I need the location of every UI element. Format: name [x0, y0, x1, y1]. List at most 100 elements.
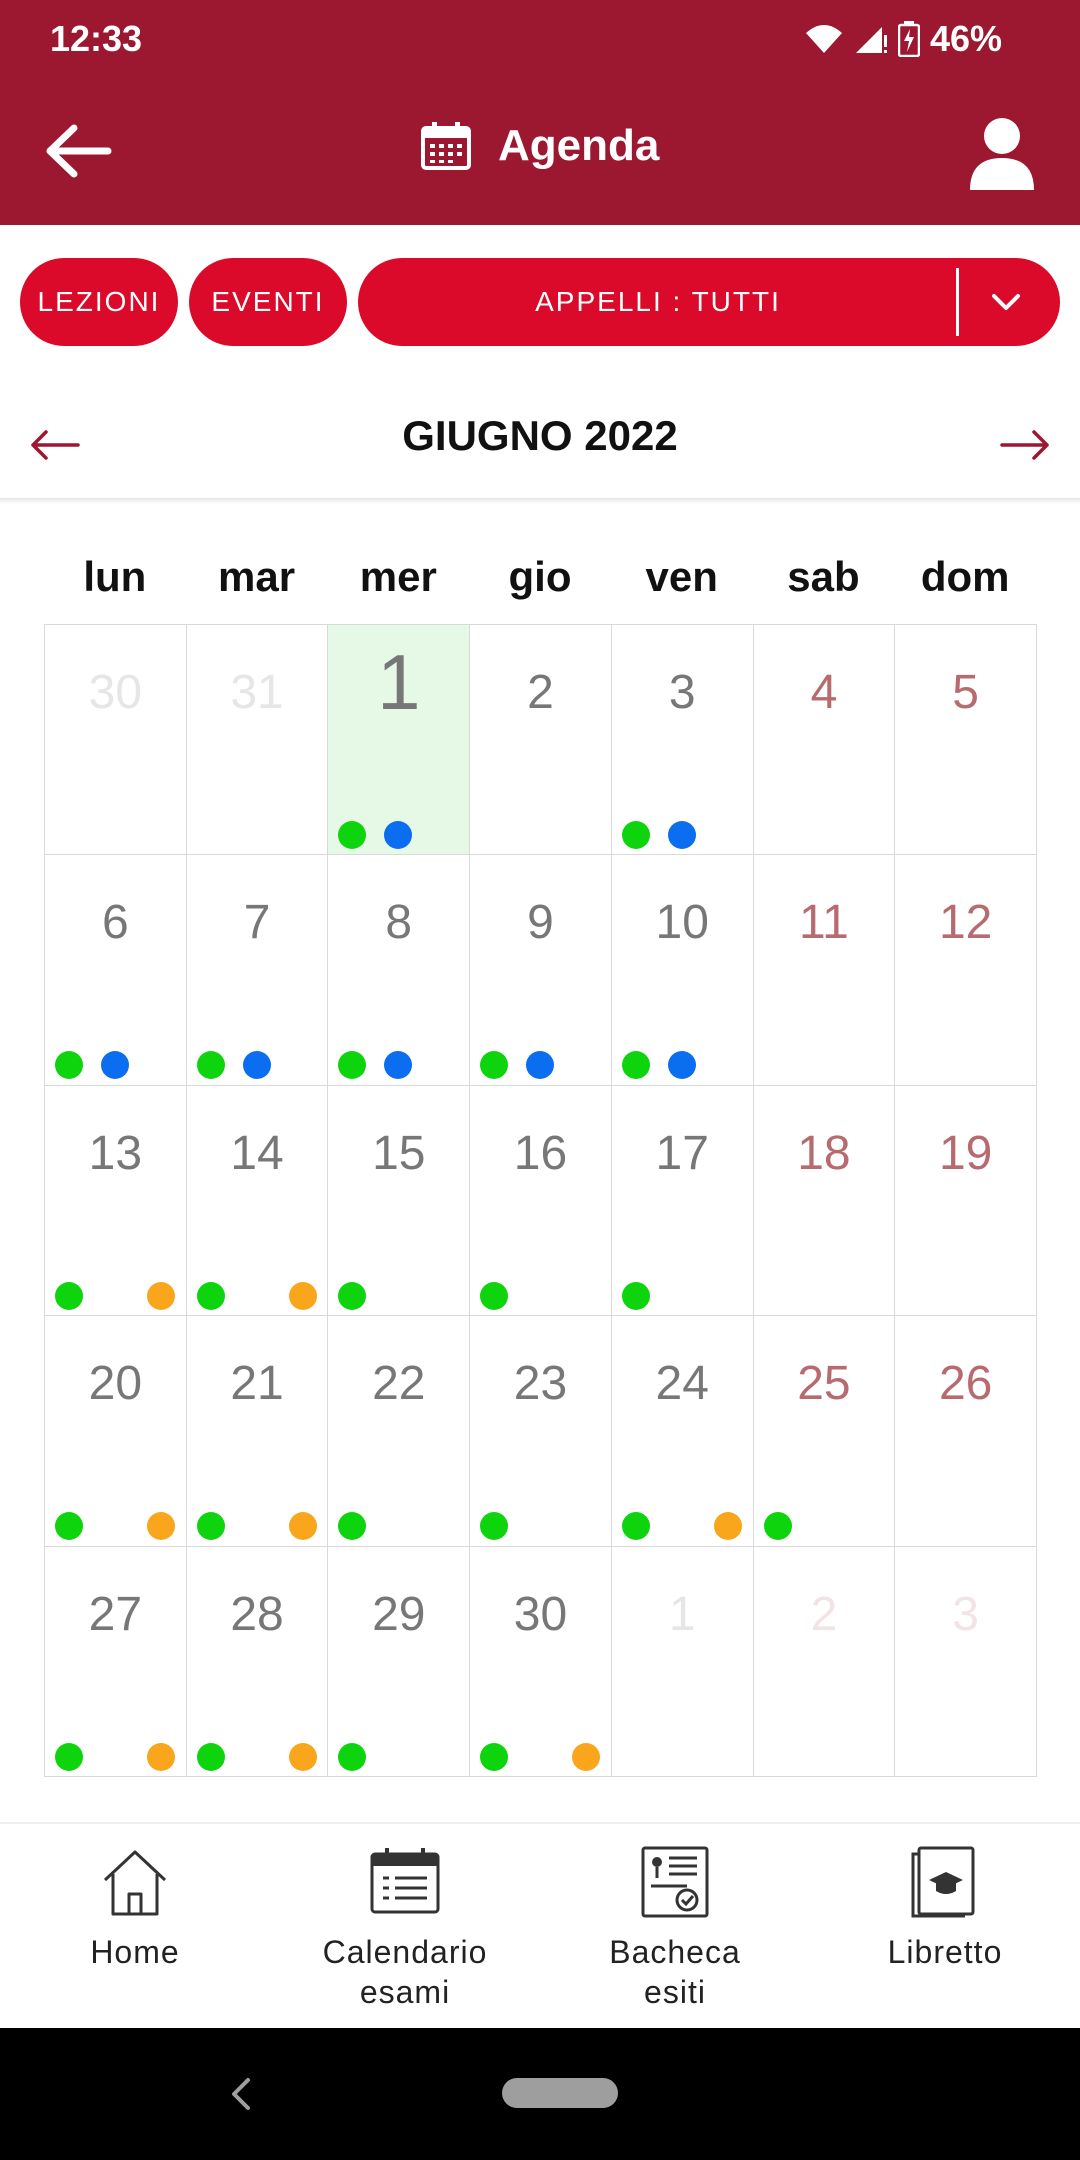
event-indicator-dot: [526, 1051, 555, 1080]
lesson-indicator-dot: [338, 1742, 367, 1771]
calendar-day[interactable]: 2: [469, 624, 612, 856]
calendar-icon: [421, 122, 471, 170]
day-number: 23: [513, 1357, 568, 1411]
next-month-arrow-icon[interactable]: [998, 420, 1052, 470]
day-number: 28: [230, 1587, 284, 1641]
results-board-icon: [641, 1846, 709, 1918]
nav-results-board-label: Bacheca esiti: [609, 1934, 741, 2010]
day-number: 24: [655, 1357, 709, 1411]
lesson-indicator-dot: [621, 1281, 650, 1310]
exam-indicator-dot: [572, 1742, 601, 1771]
day-number: 27: [88, 1587, 143, 1641]
weekday-label: sab: [787, 553, 860, 600]
calendar-day[interactable]: 25: [752, 1315, 896, 1547]
calendar-day[interactable]: 16: [469, 1084, 612, 1317]
day-number: 11: [799, 896, 849, 950]
eventi-filter-button[interactable]: EVENTI: [189, 258, 347, 346]
calendar-day[interactable]: 5: [894, 624, 1037, 856]
weekday-label: mar: [218, 553, 296, 600]
day-number: 13: [88, 1126, 143, 1180]
calendar-day[interactable]: 17: [610, 1084, 754, 1317]
app-bar: Agenda: [0, 76, 1080, 225]
calendar-day[interactable]: 4: [752, 624, 896, 856]
weekday-label: lun: [83, 553, 147, 600]
back-arrow-icon[interactable]: [38, 114, 118, 188]
calendar-day[interactable]: 2: [752, 1545, 896, 1777]
calendar-day[interactable]: 19: [894, 1084, 1037, 1317]
calendar-day[interactable]: 20: [44, 1315, 187, 1547]
calendar-day[interactable]: 11: [752, 854, 896, 1086]
day-number: 18: [797, 1126, 851, 1180]
calendar-day[interactable]: 6: [44, 854, 187, 1086]
calendar-day[interactable]: 12: [894, 854, 1037, 1086]
calendar-day[interactable]: 18: [752, 1084, 896, 1317]
event-indicator-dot: [667, 1051, 696, 1080]
eventi-filter-label: EVENTI: [211, 286, 325, 317]
lesson-indicator-dot: [480, 1051, 509, 1080]
exam-indicator-dot: [147, 1512, 175, 1541]
calendar-day[interactable]: 1: [610, 1545, 754, 1777]
calendar-day[interactable]: 22: [327, 1315, 471, 1547]
system-home-pill[interactable]: [502, 2078, 618, 2108]
day-number: 22: [372, 1357, 426, 1411]
calendar-day[interactable]: 10: [610, 854, 754, 1086]
calendar-day[interactable]: 30: [469, 1545, 612, 1777]
lesson-indicator-dot: [196, 1281, 225, 1310]
month-navigation: GIUGNO 2022: [0, 390, 1080, 500]
lesson-indicator-dot: [55, 1051, 83, 1080]
calendar-day[interactable]: 30: [44, 624, 187, 856]
nav-home[interactable]: Home: [0, 1844, 270, 1972]
lesson-indicator-dot: [338, 1281, 367, 1310]
day-number: 6: [102, 896, 129, 950]
calendar-day[interactable]: 31: [185, 624, 329, 856]
calendar-day[interactable]: 3: [894, 1545, 1037, 1777]
month-title: GIUGNO 2022: [402, 412, 678, 459]
appelli-filter-dropdown[interactable]: APPELLI : TUTTI: [358, 258, 1060, 346]
calendar-day[interactable]: 21: [185, 1315, 329, 1547]
day-number: 20: [88, 1357, 143, 1411]
day-number: 8: [385, 896, 413, 950]
event-indicator-dot: [384, 821, 413, 849]
calendar-day[interactable]: 23: [469, 1315, 612, 1547]
exam-indicator-dot: [288, 1281, 317, 1310]
lezioni-filter-button[interactable]: LEZIONI: [20, 258, 178, 346]
calendar-day[interactable]: 29: [327, 1545, 471, 1777]
home-icon: [103, 1850, 167, 1916]
exam-calendar-icon: [370, 1848, 440, 1914]
calendar-day[interactable]: 3: [610, 624, 754, 856]
weekday-label: dom: [920, 553, 1010, 600]
user-profile-icon[interactable]: [962, 112, 1042, 192]
lesson-indicator-dot: [55, 1742, 83, 1771]
calendar-day[interactable]: 28: [185, 1545, 329, 1777]
day-number: 19: [938, 1126, 993, 1180]
calendar-day[interactable]: 27: [44, 1545, 187, 1777]
nav-booklet-label: Libretto: [887, 1934, 1003, 1970]
lesson-indicator-dot: [338, 1512, 367, 1541]
day-number: 25: [797, 1357, 851, 1411]
nav-exam-calendar[interactable]: Calendario esami: [270, 1844, 540, 2012]
calendar-day[interactable]: 14: [185, 1084, 329, 1317]
system-back-icon[interactable]: [226, 2074, 256, 2114]
nav-results-board[interactable]: Bacheca esiti: [540, 1844, 810, 2012]
page-title: Agenda: [498, 121, 660, 170]
calendar-day[interactable]: 13: [44, 1084, 187, 1317]
calendar-day[interactable]: 24: [610, 1315, 754, 1547]
calendar-day[interactable]: 7: [185, 854, 329, 1086]
exam-indicator-dot: [147, 1742, 175, 1771]
day-number: 2: [527, 666, 554, 719]
calendar-day[interactable]: 8: [327, 854, 471, 1086]
chevron-down-icon[interactable]: [984, 280, 1028, 324]
calendar-day[interactable]: 26: [894, 1315, 1037, 1547]
calendar-day[interactable]: 15: [327, 1084, 471, 1317]
day-number: 21: [230, 1357, 284, 1411]
calendar-day-today[interactable]: 1: [327, 624, 471, 856]
lesson-indicator-dot: [763, 1512, 792, 1541]
event-indicator-dot: [101, 1051, 129, 1080]
day-number: 17: [655, 1126, 709, 1180]
nav-booklet[interactable]: Libretto: [810, 1844, 1080, 1972]
nav-home-label: Home: [90, 1934, 180, 1970]
calendar-day[interactable]: 9: [469, 854, 612, 1086]
day-number: 15: [372, 1126, 426, 1180]
nav-exam-calendar-label: Calendario esami: [322, 1934, 488, 2010]
battery-level: 46%: [929, 18, 1002, 59]
